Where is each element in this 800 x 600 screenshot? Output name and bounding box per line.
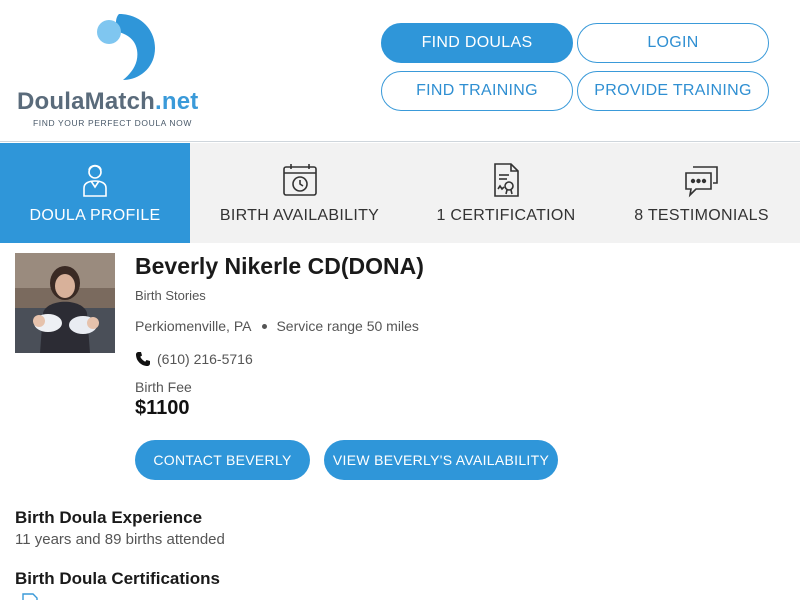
site-header: DoulaMatch.net FIND YOUR PERFECT DOULA N…: [0, 0, 800, 142]
tab-label: 8 TESTIMONIALS: [634, 207, 769, 224]
location-row: Perkiomenville, PA Service range 50 mile…: [135, 318, 419, 334]
calendar-clock-icon: [282, 164, 317, 196]
tab-label: 1 CERTIFICATION: [436, 207, 576, 224]
person-icon: [83, 164, 107, 197]
profile-tabs: DOULA PROFILE BIRTH AVAILABILITY 1 CERTI…: [0, 143, 800, 243]
logo-name-main: DoulaMatch: [17, 88, 156, 115]
birth-stories-link[interactable]: Birth Stories: [135, 288, 206, 303]
phone-row[interactable]: (610) 216-5716: [135, 351, 253, 367]
view-availability-button[interactable]: VIEW BEVERLY'S AVAILABILITY: [324, 440, 558, 480]
doula-name: Beverly Nikerle CD(DONA): [135, 253, 424, 279]
service-range-text: Service range 50 miles: [276, 318, 419, 334]
login-button[interactable]: LOGIN: [577, 23, 769, 63]
logo-mark-icon: [97, 14, 155, 80]
logo-wordmark: DoulaMatch.net: [17, 88, 198, 116]
certificate-doc-icon: [22, 593, 38, 600]
certifications-heading: Birth Doula Certifications: [15, 569, 220, 588]
tab-label: DOULA PROFILE: [29, 207, 161, 224]
location-text: Perkiomenville, PA: [135, 318, 252, 334]
tab-testimonials[interactable]: 8 TESTIMONIALS: [603, 143, 800, 243]
tab-doula-profile[interactable]: DOULA PROFILE: [0, 143, 190, 243]
doula-photo: [15, 253, 115, 353]
doula-photo-image: [15, 253, 115, 353]
certificate-icon: [494, 163, 519, 197]
chat-bubbles-icon: [684, 166, 718, 198]
tab-label: BIRTH AVAILABILITY: [219, 207, 380, 224]
phone-icon: [136, 352, 150, 366]
phone-number[interactable]: (610) 216-5716: [157, 351, 253, 367]
site-logo[interactable]: DoulaMatch.net FIND YOUR PERFECT DOULA N…: [15, 10, 225, 135]
contact-button[interactable]: CONTACT BEVERLY: [135, 440, 310, 480]
find-training-button[interactable]: FIND TRAINING: [381, 71, 573, 111]
experience-text: 11 years and 89 births attended: [15, 531, 225, 548]
birth-fee-value: $1100: [135, 397, 190, 419]
tab-certification[interactable]: 1 CERTIFICATION: [409, 143, 603, 243]
logo-tagline: FIND YOUR PERFECT DOULA NOW: [33, 118, 192, 128]
tab-birth-availability[interactable]: BIRTH AVAILABILITY: [190, 143, 409, 243]
separator-dot: [262, 323, 268, 329]
provide-training-button[interactable]: PROVIDE TRAINING: [577, 71, 769, 111]
logo-name-suffix: .net: [155, 88, 199, 115]
birth-fee-label: Birth Fee: [135, 379, 192, 395]
find-doulas-button[interactable]: FIND DOULAS: [381, 23, 573, 63]
experience-heading: Birth Doula Experience: [15, 508, 203, 527]
